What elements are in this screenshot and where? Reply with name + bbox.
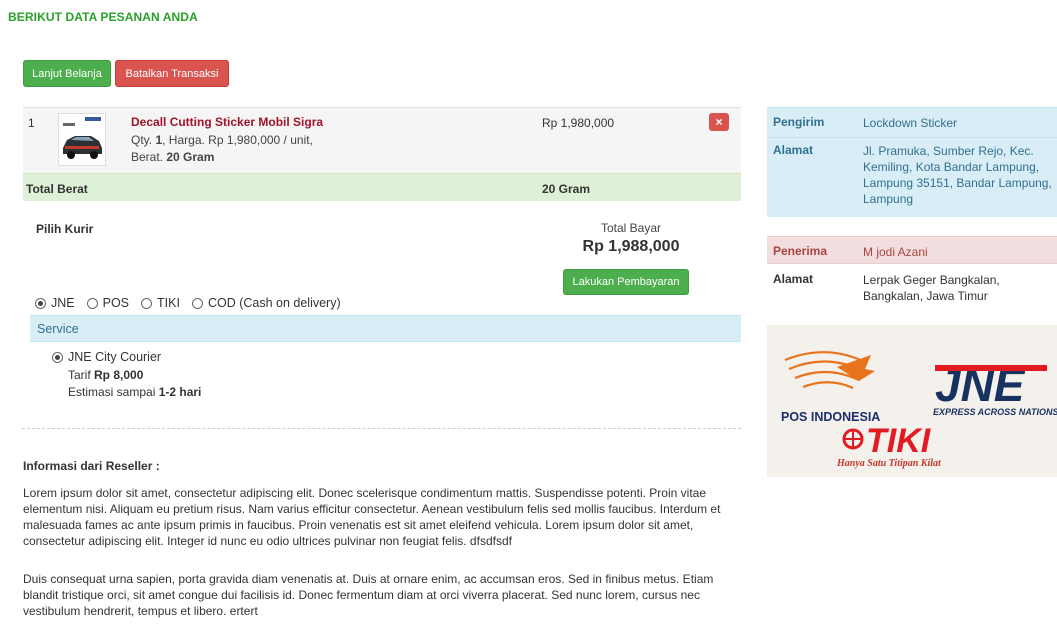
- sender-row: Pengirim Lockdown Sticker: [767, 108, 1057, 138]
- pay-button[interactable]: Lakukan Pembayaran: [563, 269, 689, 295]
- radio-icon[interactable]: [191, 297, 203, 309]
- continue-shopping-button[interactable]: Lanjut Belanja: [23, 60, 111, 87]
- courier-option-label: TIKI: [157, 296, 180, 310]
- receiver-address: Lerpak Geger Bangkalan, Bangkalan, Jawa …: [863, 273, 1000, 303]
- courier-logos-image: POS INDONESIA JNE EXPRESS ACROSS NATIONS…: [767, 325, 1057, 477]
- tariff-prefix: Tarif: [68, 368, 95, 382]
- product-title-link[interactable]: Decall Cutting Sticker Mobil Sigra: [131, 115, 323, 129]
- weight-prefix: Berat.: [131, 150, 167, 164]
- reseller-info-paragraph: Lorem ipsum dolor sit amet, consectetur …: [23, 486, 721, 548]
- item-weight: Berat. 20 Gram: [131, 150, 214, 164]
- page-title: BERIKUT DATA PESANAN ANDA: [8, 10, 198, 24]
- order-item-row: 1 Decall Cutting Sticker Mobil Sigra Qty…: [23, 107, 741, 173]
- sender-label: Pengirim: [773, 115, 825, 129]
- cancel-transaction-button[interactable]: Batalkan Transaksi: [115, 60, 229, 87]
- reseller-info-paragraph: Duis consequat urna sapien, porta gravid…: [23, 572, 714, 618]
- item-number: 1: [28, 116, 35, 130]
- tiki-tagline: Hanya Satu Titipan Kilat: [836, 458, 942, 469]
- receiver-name: M jodi Azani: [863, 245, 928, 259]
- service-option-jne-city-courier[interactable]: JNE City Courier: [52, 350, 161, 364]
- radio-icon[interactable]: [141, 297, 153, 309]
- estimate-prefix: Estimasi sampai: [68, 385, 159, 399]
- total-weight-row: Total Berat 20 Gram: [23, 173, 741, 201]
- estimate-value: 1-2 hari: [158, 385, 202, 399]
- total-weight-value: 20 Gram: [542, 182, 591, 196]
- receiver-panel: Penerima M jodi Azani Alamat Lerpak Gege…: [767, 236, 1057, 310]
- reseller-info-title: Informasi dari Reseller :: [23, 459, 160, 473]
- sender-name: Lockdown Sticker: [863, 116, 958, 130]
- order-table: 1 Decall Cutting Sticker Mobil Sigra Qty…: [23, 107, 741, 201]
- courier-option-pos[interactable]: POS: [86, 296, 130, 310]
- sender-address: Jl. Pramuka, Sumber Rejo, Kec. Kemiling,…: [863, 144, 1052, 206]
- service-name: JNE City Courier: [68, 350, 162, 364]
- service-header: Service: [30, 315, 741, 342]
- service-estimate: Estimasi sampai 1-2 hari: [68, 385, 201, 399]
- product-thumbnail[interactable]: [58, 113, 106, 166]
- qty-prefix: Qty.: [131, 133, 156, 147]
- item-qty-price: Qty. 1, Harga. Rp 1,980,000 / unit,: [131, 133, 313, 147]
- courier-logos-icon: POS INDONESIA JNE EXPRESS ACROSS NATIONS…: [767, 325, 1057, 477]
- courier-option-tiki[interactable]: TIKI: [141, 296, 180, 310]
- receiver-address-label: Alamat: [773, 272, 814, 286]
- weight-value: 20 Gram: [166, 150, 215, 164]
- receiver-row: Penerima M jodi Azani: [767, 236, 1057, 264]
- tariff-value: Rp 8,000: [94, 368, 144, 382]
- car-thumbnail-icon: [59, 114, 105, 165]
- price-per-unit: , Harga. Rp 1,980,000 / unit,: [162, 133, 313, 147]
- service-tariff: Tarif Rp 8,000: [68, 368, 143, 382]
- total-weight-label: Total Berat: [26, 182, 88, 196]
- courier-option-cod[interactable]: COD (Cash on delivery): [191, 296, 341, 310]
- radio-checked-icon[interactable]: [52, 351, 63, 363]
- courier-option-jne[interactable]: JNE: [35, 296, 75, 310]
- courier-options: JNE POS TIKI COD (Cash on delivery): [35, 296, 353, 310]
- total-payment-label: Total Bayar: [600, 221, 662, 235]
- radio-checked-icon[interactable]: [35, 297, 46, 309]
- receiver-label: Penerima: [773, 244, 828, 258]
- sender-panel: Pengirim Lockdown Sticker Alamat Jl. Pra…: [767, 107, 1057, 217]
- section-divider: [22, 428, 741, 429]
- courier-option-label: POS: [102, 296, 130, 310]
- total-payment-value: Rp 1,988,000: [582, 238, 680, 255]
- courier-label: Pilih Kurir: [36, 222, 94, 236]
- close-icon: ×: [715, 115, 723, 129]
- courier-option-label: JNE: [51, 296, 75, 310]
- courier-option-label: COD (Cash on delivery): [207, 296, 341, 310]
- sender-address-label: Alamat: [773, 143, 814, 157]
- radio-icon[interactable]: [86, 297, 98, 309]
- item-subtotal: Rp 1,980,000: [542, 116, 615, 130]
- tiki-logo-text: TIKI: [866, 422, 932, 460]
- remove-item-button[interactable]: ×: [709, 113, 729, 131]
- jne-tagline: EXPRESS ACROSS NATIONS: [933, 407, 1057, 417]
